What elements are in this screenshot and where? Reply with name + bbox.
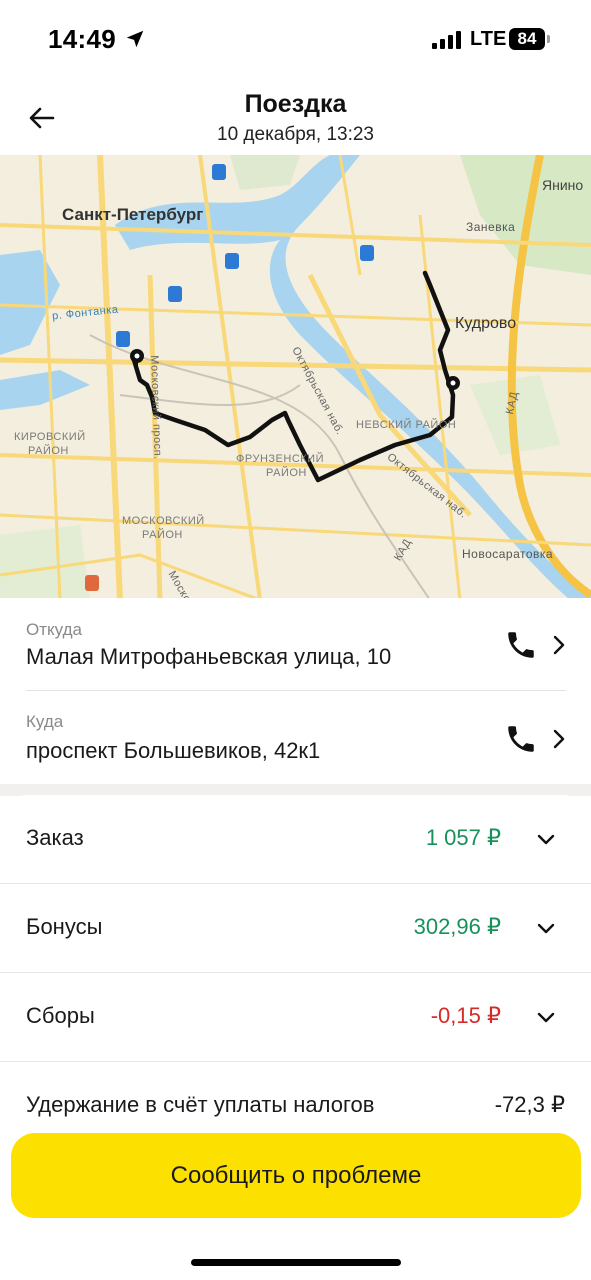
map-label-kudrovo: Кудрово: [455, 315, 517, 332]
map-label-zanevka: Заневка: [466, 220, 516, 234]
route-map[interactable]: Санкт-Петербург Янино Заневка Кудрово р.…: [0, 155, 591, 600]
battery-tip: [547, 35, 550, 43]
chevron-down-icon[interactable]: [536, 922, 556, 936]
to-address-row[interactable]: Куда проспект Большевиков, 42к1: [0, 692, 591, 784]
bonus-row[interactable]: Бонусы 302,96 ₽: [0, 884, 591, 973]
map-label-moskovsky-1: МОСКОВСКИЙ: [122, 515, 205, 527]
map-label-yanino: Янино: [542, 177, 584, 193]
home-indicator: [191, 1259, 401, 1266]
network-type: LTE: [470, 28, 507, 50]
phone-icon[interactable]: [504, 628, 538, 662]
status-time: 14:49: [48, 24, 116, 54]
map-label-nevsky: НЕВСКИЙ РАЙОН: [356, 419, 457, 431]
map-label-moskovsky-2: РАЙОН: [142, 529, 183, 541]
phone-icon[interactable]: [504, 722, 538, 756]
bonus-label: Бонусы: [26, 914, 103, 939]
address-divider: [26, 690, 566, 691]
bonus-amount: 302,96 ₽: [413, 914, 501, 939]
chevron-down-icon[interactable]: [536, 1011, 556, 1025]
location-arrow-icon: [126, 30, 144, 48]
order-label: Заказ: [26, 825, 84, 850]
map-label-kirovsky-1: КИРОВСКИЙ: [14, 431, 86, 443]
to-caption: Куда: [26, 712, 64, 731]
cellular-signal-icon: [432, 31, 461, 49]
map-label-novosaratovka: Новосаратовка: [462, 547, 554, 561]
report-problem-button[interactable]: Сообщить о проблеме: [11, 1133, 581, 1218]
tax-amount: -72,3 ₽: [494, 1092, 565, 1117]
to-address: проспект Большевиков, 42к1: [26, 738, 321, 763]
finance-divider: [0, 1061, 591, 1062]
chevron-down-icon[interactable]: [536, 833, 556, 847]
tax-label: Удержание в счёт уплаты налогов: [26, 1092, 375, 1117]
from-caption: Откуда: [26, 620, 82, 639]
fees-amount: -0,15 ₽: [430, 1003, 501, 1028]
order-row[interactable]: Заказ 1 057 ₽: [0, 795, 591, 884]
status-bar: 14:49 LTE 84: [0, 0, 591, 80]
trip-datetime: 10 декабря, 13:23: [217, 124, 374, 145]
chevron-right-icon[interactable]: [550, 634, 568, 656]
fees-row[interactable]: Сборы -0,15 ₽: [0, 973, 591, 1062]
from-address-row[interactable]: Откуда Малая Митрофаньевская улица, 10: [0, 598, 591, 690]
battery-icon: 84: [509, 28, 545, 50]
chevron-right-icon[interactable]: [550, 728, 568, 750]
map-label-kirovsky-2: РАЙОН: [28, 445, 69, 457]
from-address: Малая Митрофаньевская улица, 10: [26, 644, 392, 669]
page-title: Поездка: [244, 90, 347, 118]
order-amount: 1 057 ₽: [425, 825, 501, 850]
map-label-city: Санкт-Петербург: [62, 205, 204, 224]
map-label-frunzensky-1: ФРУНЗЕНСКИЙ: [236, 453, 324, 465]
map-label-frunzensky-2: РАЙОН: [266, 467, 307, 479]
fees-label: Сборы: [26, 1003, 95, 1028]
